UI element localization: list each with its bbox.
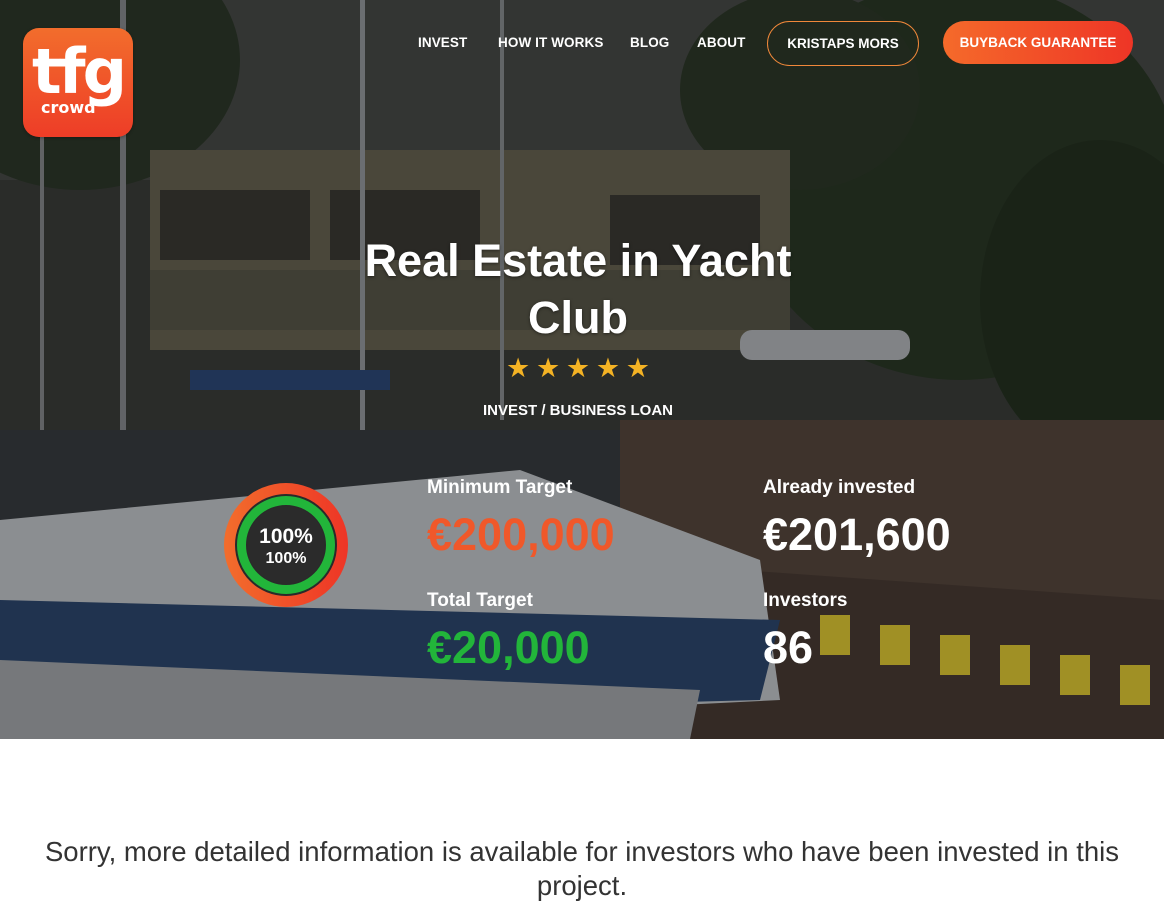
gauge-percent-label: 100% xyxy=(259,525,313,548)
star-icon: ★ xyxy=(535,353,561,383)
nav-how-it-works-link[interactable]: HOW IT WORKS xyxy=(498,35,603,50)
investors-count: 86 xyxy=(763,622,814,673)
logo-subtext: crowd xyxy=(41,98,96,117)
minimum-target-value: €200,000 xyxy=(427,509,615,560)
investors-label: Investors xyxy=(763,590,848,611)
star-icon: ★ xyxy=(506,353,531,383)
star-icon: ★ xyxy=(595,353,621,383)
project-category: INVEST / BUSINESS LOAN xyxy=(482,402,674,419)
nav-about-link[interactable]: ABOUT xyxy=(697,35,746,50)
investor-only-notice: Sorry, more detailed information is avai… xyxy=(44,836,1120,901)
rating-stars: ★ ★ ★ ★ ★ xyxy=(506,353,650,383)
user-account-button[interactable]: KRISTAPS MORS xyxy=(767,21,919,66)
already-invested-value: €201,600 xyxy=(763,509,951,560)
star-icon: ★ xyxy=(625,353,650,383)
star-icon: ★ xyxy=(565,353,591,383)
total-target-value: €20,000 xyxy=(427,622,590,673)
minimum-target-label: Minimum Target xyxy=(427,477,573,498)
project-title: Real Estate in Yacht Club xyxy=(364,235,792,343)
main-navigation: INVEST HOW IT WORKS BLOG ABOUT KRISTAPS … xyxy=(0,0,1164,90)
total-target-label: Total Target xyxy=(427,590,533,611)
nav-invest-link[interactable]: INVEST xyxy=(418,35,467,50)
nav-blog-link[interactable]: BLOG xyxy=(630,35,669,50)
buyback-guarantee-button[interactable]: BUYBACK GUARANTEE xyxy=(943,21,1133,64)
gauge-percent-sublabel: 100% xyxy=(265,550,307,567)
already-invested-label: Already invested xyxy=(763,477,916,498)
